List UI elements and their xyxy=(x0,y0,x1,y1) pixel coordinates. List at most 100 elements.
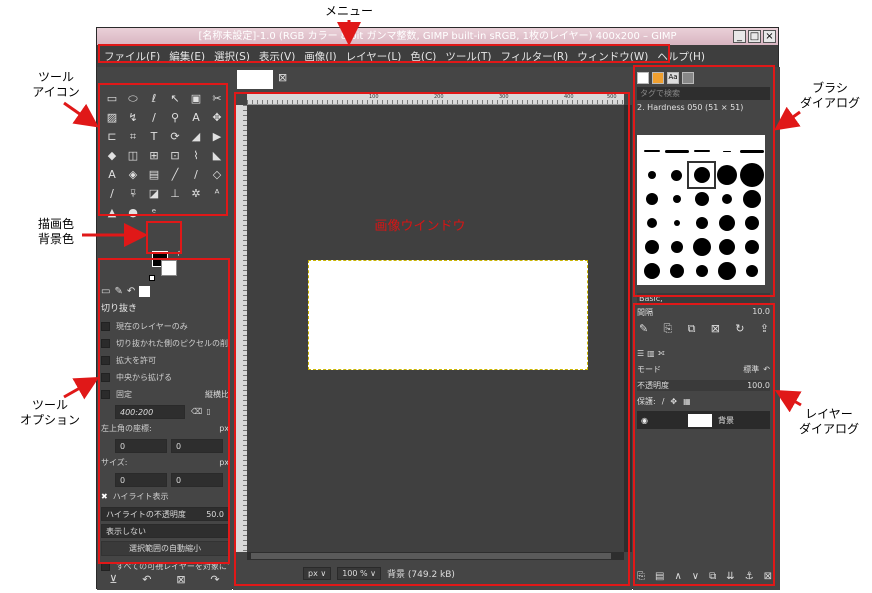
maximize-button[interactable]: □ xyxy=(748,30,761,43)
brush-preview-item[interactable] xyxy=(664,235,689,259)
canvas-viewport[interactable] xyxy=(247,105,624,552)
layer-opacity-slider[interactable]: 不透明度 100.0 xyxy=(637,380,770,391)
brush-tag-filter-input[interactable]: タグで検索 xyxy=(637,87,770,100)
flip-tool-icon[interactable]: ⊞ xyxy=(144,146,164,165)
current-layer-only-checkbox[interactable] xyxy=(101,322,110,331)
ratio-input[interactable]: 400:200 xyxy=(115,404,185,419)
tool-options-tab-icon[interactable]: ▭ xyxy=(101,286,110,297)
airbrush-tool-icon[interactable]: ∕ xyxy=(102,184,122,203)
brush-preview-item[interactable] xyxy=(689,235,714,259)
gradient-tool-icon[interactable]: ▤ xyxy=(144,165,164,184)
perspective-clone-tool-icon[interactable]: ᴬ xyxy=(207,184,227,203)
foreground-select-tool-icon[interactable]: ▨ xyxy=(102,108,122,127)
mode-select[interactable]: 標準 xyxy=(743,364,759,375)
duplicate-brush-icon[interactable]: ⧉ xyxy=(688,322,696,336)
shear-tool-icon[interactable]: ▶ xyxy=(207,127,227,146)
brush-preview-item[interactable] xyxy=(714,235,739,259)
images-tab-icon[interactable] xyxy=(139,286,151,297)
rect-select-tool-icon[interactable]: ▭ xyxy=(102,89,122,108)
new-layer-icon[interactable]: ⎘ xyxy=(637,571,645,582)
paintbrush-tool-icon[interactable]: / xyxy=(186,165,206,184)
unit-select[interactable]: px ∨ xyxy=(303,567,332,580)
lock-alpha-icon[interactable]: ▦ xyxy=(683,397,691,406)
brush-preview-item[interactable] xyxy=(639,259,664,283)
brush-preview-item[interactable] xyxy=(689,259,714,283)
brush-preview-item[interactable] xyxy=(639,187,664,211)
image-tab-thumbnail[interactable] xyxy=(237,70,273,89)
menu-select[interactable]: 選択(S) xyxy=(214,49,250,64)
brush-preview-item[interactable] xyxy=(714,139,739,163)
text-tool-icon[interactable]: A xyxy=(102,165,122,184)
swap-colors-icon[interactable]: ↱ xyxy=(176,249,183,258)
brush-preview-item[interactable] xyxy=(739,235,764,259)
highlight-check-icon[interactable]: ✖ xyxy=(101,492,108,501)
mode-reset-icon[interactable]: ↶ xyxy=(763,365,770,374)
document-history-tab-icon[interactable] xyxy=(682,72,694,84)
horizontal-ruler[interactable]: 100 200 300 400 500 xyxy=(247,94,624,105)
brush-preview-item[interactable] xyxy=(639,211,664,235)
clone-tool-icon[interactable]: ⊥ xyxy=(165,184,185,203)
dodge-burn-tool-icon[interactable]: ● xyxy=(123,203,143,222)
auto-shrink-button[interactable]: 選択範囲の自動縮小 xyxy=(101,541,229,556)
reset-options-icon[interactable]: ↷ xyxy=(210,573,219,586)
horizontal-scrollbar[interactable] xyxy=(247,552,624,560)
zoom-select[interactable]: 100 % ∨ xyxy=(337,567,382,580)
menu-file[interactable]: ファイル(F) xyxy=(104,49,160,64)
move-tool-icon[interactable]: ✥ xyxy=(207,108,227,127)
fixed-checkbox[interactable] xyxy=(101,390,110,399)
lower-layer-icon[interactable]: ∨ xyxy=(692,571,699,582)
cage-tool-icon[interactable]: ⊡ xyxy=(165,146,185,165)
edit-brush-icon[interactable]: ✎ xyxy=(639,322,648,336)
brush-preview-item[interactable] xyxy=(739,211,764,235)
merge-layer-icon[interactable]: ⇊ xyxy=(726,571,734,582)
layer-visibility-icon[interactable]: ◉ xyxy=(641,416,648,425)
brush-tag-select[interactable]: Basic, xyxy=(637,293,770,305)
save-options-icon[interactable]: ⊻ xyxy=(109,573,117,586)
brush-preview-item[interactable] xyxy=(664,163,689,187)
brush-preview-item[interactable] xyxy=(639,235,664,259)
brushes-tab-icon[interactable] xyxy=(637,72,649,84)
menu-help[interactable]: ヘルプ(H) xyxy=(657,49,705,64)
menu-colors[interactable]: 色(C) xyxy=(410,49,436,64)
undo-history-tab-icon[interactable]: ↶ xyxy=(127,286,135,297)
warp-tool-icon[interactable]: ⌇ xyxy=(186,146,206,165)
brush-preview-item[interactable] xyxy=(687,161,716,189)
portrait-icon[interactable]: ▯ xyxy=(206,407,210,416)
menu-tools[interactable]: ツール(T) xyxy=(445,49,491,64)
guides-select[interactable]: 表示しない xyxy=(101,523,229,538)
reset-colors-icon[interactable] xyxy=(149,275,155,281)
allow-growing-checkbox[interactable] xyxy=(101,356,110,365)
image-canvas[interactable] xyxy=(308,260,588,370)
pos-x-input[interactable]: 0 xyxy=(115,438,167,453)
channels-tab-icon[interactable]: ▥ xyxy=(647,349,655,358)
brush-preview-item[interactable] xyxy=(714,163,739,187)
spacing-slider[interactable]: 間隔 10.0 xyxy=(637,307,770,318)
close-button[interactable]: × xyxy=(763,30,776,43)
menu-windows[interactable]: ウィンドウ(W) xyxy=(577,49,648,64)
size-y-input[interactable]: 0 xyxy=(171,472,223,487)
brush-preview-item[interactable] xyxy=(689,211,714,235)
brush-preview-item[interactable] xyxy=(739,187,764,211)
brush-preview-item[interactable] xyxy=(739,139,764,163)
measure-tool-icon[interactable]: A xyxy=(186,108,206,127)
zoom-tool-icon[interactable]: ⚲ xyxy=(165,108,185,127)
ink-tool-icon[interactable]: ⍫ xyxy=(123,184,143,203)
fuzzy-select-tool-icon[interactable]: ↖ xyxy=(165,89,185,108)
brush-preview-item[interactable] xyxy=(664,259,689,283)
by-color-select-tool-icon[interactable]: ▣ xyxy=(186,89,206,108)
brush-preview-item[interactable] xyxy=(664,139,689,163)
raise-layer-icon[interactable]: ∧ xyxy=(674,571,681,582)
lock-pixels-icon[interactable]: / xyxy=(662,397,665,406)
3d-transform-tool-icon[interactable]: ◫ xyxy=(123,146,143,165)
background-color[interactable] xyxy=(161,260,177,276)
brush-preview-item[interactable] xyxy=(639,163,664,187)
unified-transform-tool-icon[interactable]: T xyxy=(144,127,164,146)
delete-options-icon[interactable]: ⊠ xyxy=(176,573,185,586)
expand-center-checkbox[interactable] xyxy=(101,373,110,382)
anchor-layer-icon[interactable]: ⚓ xyxy=(745,571,754,582)
bucket-fill-tool-icon[interactable]: ◈ xyxy=(123,165,143,184)
smudge-tool-icon[interactable]: ᵉ xyxy=(144,203,164,222)
crop-tool-icon[interactable]: ⌗ xyxy=(123,127,143,146)
brush-preview-item[interactable] xyxy=(664,187,689,211)
brush-preview-item[interactable] xyxy=(639,139,664,163)
